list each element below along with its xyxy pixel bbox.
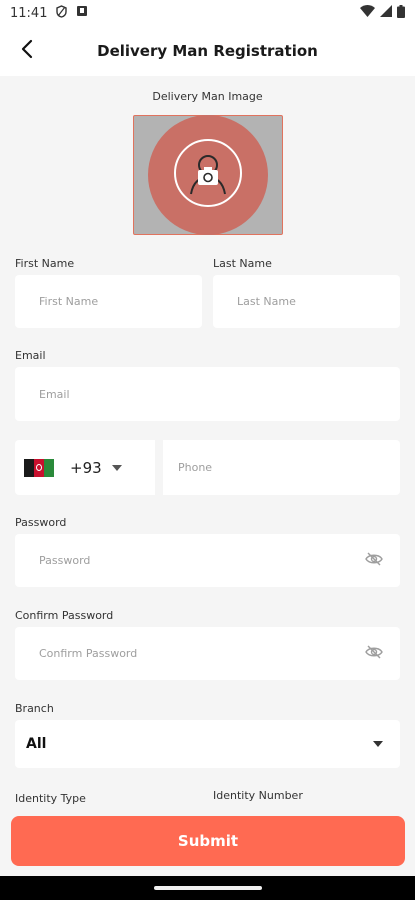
sim-notification-icon — [76, 5, 88, 21]
home-indicator[interactable] — [154, 886, 262, 890]
first-name-label: First Name — [15, 257, 75, 270]
submit-button[interactable]: Submit — [11, 816, 405, 866]
identity-type-label: Identity Type — [15, 792, 86, 805]
branch-dropdown[interactable]: All — [15, 720, 400, 768]
confirm-password-label: Confirm Password — [15, 609, 114, 622]
confirm-password-input[interactable] — [39, 627, 400, 680]
status-right — [360, 4, 405, 22]
system-nav-bar — [0, 876, 415, 900]
phone-field[interactable] — [163, 440, 400, 495]
back-button[interactable] — [14, 38, 40, 64]
dropdown-arrow-icon — [373, 741, 383, 747]
confirm-password-field[interactable] — [15, 627, 400, 680]
email-field[interactable] — [15, 367, 400, 421]
email-input[interactable] — [39, 367, 400, 421]
password-label: Password — [15, 516, 67, 529]
wifi-icon — [360, 5, 375, 21]
identity-number-label: Identity Number — [213, 789, 303, 802]
afghanistan-flag-icon — [24, 458, 54, 477]
branch-selected-value: All — [26, 736, 47, 752]
password-field[interactable] — [15, 534, 400, 587]
last-name-label: Last Name — [213, 257, 272, 270]
image-picker[interactable] — [133, 115, 283, 235]
battery-icon — [397, 4, 405, 22]
caret-down-icon — [111, 464, 122, 471]
image-label: Delivery Man Image — [152, 90, 263, 103]
password-input[interactable] — [39, 534, 400, 587]
camera-user-icon — [173, 138, 243, 212]
toggle-password-visibility[interactable] — [364, 551, 384, 571]
first-name-field[interactable] — [15, 275, 202, 328]
app-bar: Delivery Man Registration — [0, 26, 415, 76]
registration-form[interactable]: Delivery Man Image First Name Last Name … — [0, 76, 415, 806]
phone-input[interactable] — [178, 440, 400, 495]
image-circle — [148, 115, 268, 235]
status-time: 11:41 — [10, 5, 48, 21]
last-name-input[interactable] — [237, 275, 400, 328]
email-label: Email — [15, 349, 46, 362]
first-name-input[interactable] — [39, 275, 202, 328]
page-title: Delivery Man Registration — [97, 42, 318, 60]
eye-off-icon — [365, 551, 383, 570]
phone-row: +93 — [15, 440, 400, 495]
vpn-shield-icon — [55, 4, 68, 22]
dial-code: +93 — [70, 458, 102, 477]
country-code-picker[interactable]: +93 — [15, 440, 155, 495]
signal-icon — [380, 5, 392, 21]
arrow-left-icon — [20, 39, 34, 63]
toggle-confirm-password-visibility[interactable] — [364, 644, 384, 664]
branch-label: Branch — [15, 702, 54, 715]
last-name-field[interactable] — [213, 275, 400, 328]
eye-off-icon — [365, 644, 383, 663]
status-left: 11:41 — [10, 4, 88, 22]
status-bar: 11:41 — [0, 0, 415, 26]
